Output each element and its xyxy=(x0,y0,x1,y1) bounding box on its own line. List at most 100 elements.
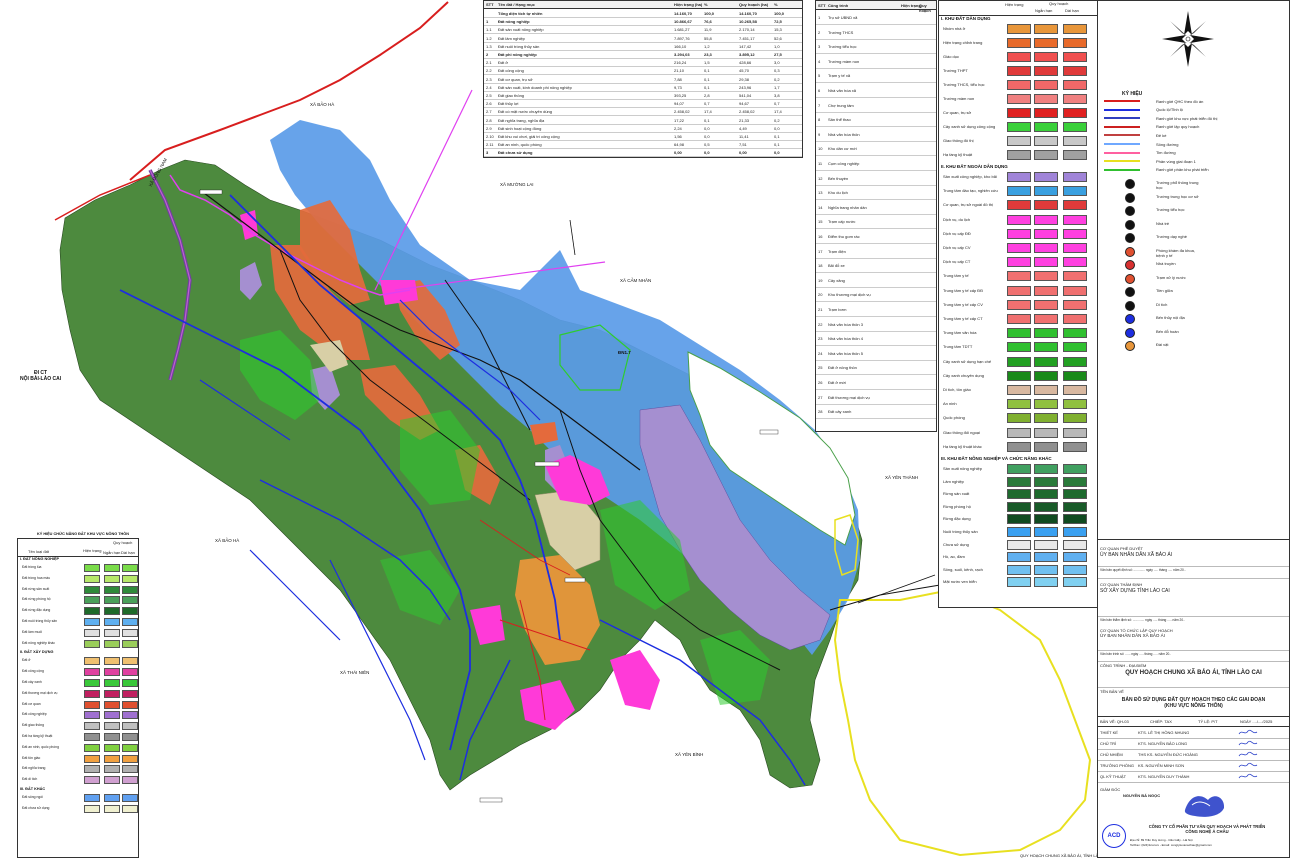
legend-swatch xyxy=(1063,501,1087,512)
legend-swatch xyxy=(1007,539,1031,550)
company-stamp-icon xyxy=(1184,796,1225,817)
facility-header-cell: STT xyxy=(818,3,826,8)
facility-symbol-label: Trạm xử lý nước xyxy=(1156,274,1186,280)
table-cell: 1,56 xyxy=(674,134,682,139)
signature-icon xyxy=(1238,762,1258,768)
legend-swatch xyxy=(1007,427,1031,438)
rural-legend-swatch xyxy=(104,585,120,594)
facility-name: Trường tiểu học xyxy=(828,44,857,50)
rural-legend-swatch xyxy=(84,607,100,616)
rural-legend-label: Đất chưa sử dụng xyxy=(22,805,50,810)
facility-row: 1 Trụ sở UBND xã xyxy=(816,10,936,25)
facility-table: STT Công trình Hiện trạng Quy hoạch 1 Trụ sở … xyxy=(815,0,937,432)
legend-swatch xyxy=(1034,552,1058,563)
legend-item-label: Dịch vụ cấp CT xyxy=(943,259,971,265)
table-cell: 17,22 xyxy=(674,117,685,123)
legend-swatch xyxy=(1007,370,1031,381)
staff-role: CHỦ TRÌ xyxy=(1100,741,1117,746)
table-header-cell: Tên đất / Hạng mục xyxy=(498,2,535,7)
table-cell: 14.160,70 xyxy=(674,11,692,16)
legend-item-label: Trung tâm y tế xyxy=(943,273,969,279)
approval-org: ỦY BAN NHÂN DÂN XÃ BẢO ÁI xyxy=(1100,552,1173,558)
table-cell: 0,00 xyxy=(674,150,682,156)
legend-swatch xyxy=(1034,136,1058,146)
project-name: QUY HOẠCH CHUNG XÃ BẢO ÁI, TỈNH LÀO CAI xyxy=(1125,670,1262,676)
rural-legend-swatch xyxy=(104,689,120,698)
legend-swatch xyxy=(1007,342,1031,353)
facility-name: Nghĩa trang nhân dân xyxy=(828,204,867,210)
facility-row: 16 Điểm thu gom rác xyxy=(816,229,936,244)
rural-col-plan: Quy hoạch xyxy=(113,540,133,545)
rural-legend-swatch xyxy=(84,574,100,583)
legend-swatch xyxy=(1007,476,1031,487)
legend-swatch xyxy=(1034,356,1058,367)
rural-col-current: Hiện trạng xyxy=(83,548,102,553)
legend-swatch xyxy=(1034,564,1058,575)
legend-swatch xyxy=(1063,66,1087,76)
divider xyxy=(1098,781,1289,783)
rural-col-short: Ngắn hạn xyxy=(103,550,121,555)
facility-symbol-label: Trường tiểu học xyxy=(1156,207,1185,212)
table-header-row: STT Tên đất / Hạng mục Hiện trạng (ha)% Quy… xyxy=(484,1,802,9)
zone-code-label: ĐN1.7 xyxy=(618,350,631,355)
table-cell: 541,04 xyxy=(739,93,752,98)
table-cell: 100,0 xyxy=(704,11,715,16)
table-cell: 17,4 xyxy=(774,109,782,115)
rural-legend-body: I. ĐẤT NÔNG NGHIỆP Đất trồng lúa Đất trồng… xyxy=(18,557,138,857)
legend-swatch xyxy=(1007,441,1031,452)
line-symbol-label: Phân vùng giai đoạn 1 xyxy=(1156,158,1196,164)
point-symbols: Trường phổ thông trung học Trường trung h… xyxy=(1098,179,1289,359)
rural-legend-swatch xyxy=(122,607,138,616)
table-cell: 166,10 xyxy=(674,43,687,49)
legend-swatch xyxy=(1034,464,1058,474)
rural-legend-label: Đất rừng đặc dụng xyxy=(22,608,51,613)
rural-legend-swatch xyxy=(104,700,120,709)
legend-swatch xyxy=(1007,108,1031,118)
legend-swatch xyxy=(1007,24,1031,34)
legend-item-label: Hạ tầng kỹ thuật khác xyxy=(943,443,982,449)
table-cell: 45,70 xyxy=(739,68,750,74)
rural-legend-swatch xyxy=(122,689,138,698)
legend-item-label: Sản xuất công nghiệp, kho bãi xyxy=(943,174,997,179)
legend-swatch xyxy=(1063,108,1087,118)
legend-swatch xyxy=(1007,489,1031,500)
rural-legend-swatch xyxy=(84,711,100,720)
table-header-cell: Quy hoạch (ha) xyxy=(739,2,769,7)
table-cell: 52,6 xyxy=(774,35,782,41)
legend-item-label: Hồ, ao, đầm xyxy=(943,554,965,560)
legend-swatch xyxy=(1063,413,1087,424)
legend-swatch xyxy=(1034,200,1058,211)
highway-label: ĐI CT NỘI BÀI-LÀO CAI xyxy=(20,370,62,382)
legend-swatch xyxy=(1034,271,1058,282)
rural-legend-label: Đất an ninh, quốc phòng xyxy=(22,744,59,749)
rural-legend-swatch xyxy=(84,628,100,637)
legend-swatch xyxy=(1034,476,1058,487)
facility-index: 18 xyxy=(818,263,823,269)
rural-legend-swatch xyxy=(104,564,120,572)
table-cell: 7,88 xyxy=(674,76,682,82)
rural-legend-label: Đất trồng lúa xyxy=(22,565,42,569)
commune-label-n: XÃ MƯỜNG LAI xyxy=(500,182,534,187)
table-cell: 2.8 xyxy=(486,117,492,123)
table-cell: 4,49 xyxy=(739,125,747,131)
appraisal-org: SỞ XÂY DỰNG TỈNH LÀO CAI xyxy=(1100,588,1170,594)
facility-header-cell: Hiện trạng xyxy=(901,3,921,8)
table-cell: 2.1 xyxy=(486,60,492,66)
table-cell: Đất chưa sử dụng xyxy=(498,150,533,156)
rural-legend-section: II. ĐẤT XÂY DỰNG xyxy=(20,650,54,655)
facility-row: 3 Trường tiểu học xyxy=(816,39,936,55)
table-body: Tổng diện tích tự nhiên 14.160,70 100,0 14.… xyxy=(484,9,802,158)
rural-legend-swatch xyxy=(84,765,100,774)
legend-swatch xyxy=(1034,342,1058,353)
legend-swatch xyxy=(1063,385,1087,395)
legend-swatch xyxy=(1034,299,1058,310)
table-cell: 1.2 xyxy=(486,35,492,41)
legend-swatch xyxy=(1063,552,1087,563)
table-cell: 2.458,02 xyxy=(674,109,690,115)
legend-swatch xyxy=(1063,136,1087,146)
facility-symbol-icon xyxy=(1125,260,1135,270)
staff-role: QL KỸ THUẬT xyxy=(1100,774,1127,779)
facility-index: 6 xyxy=(818,88,821,93)
table-cell: 72,5 xyxy=(774,19,782,25)
commune-label-w: XÃ BẢO HÀ xyxy=(215,538,240,543)
